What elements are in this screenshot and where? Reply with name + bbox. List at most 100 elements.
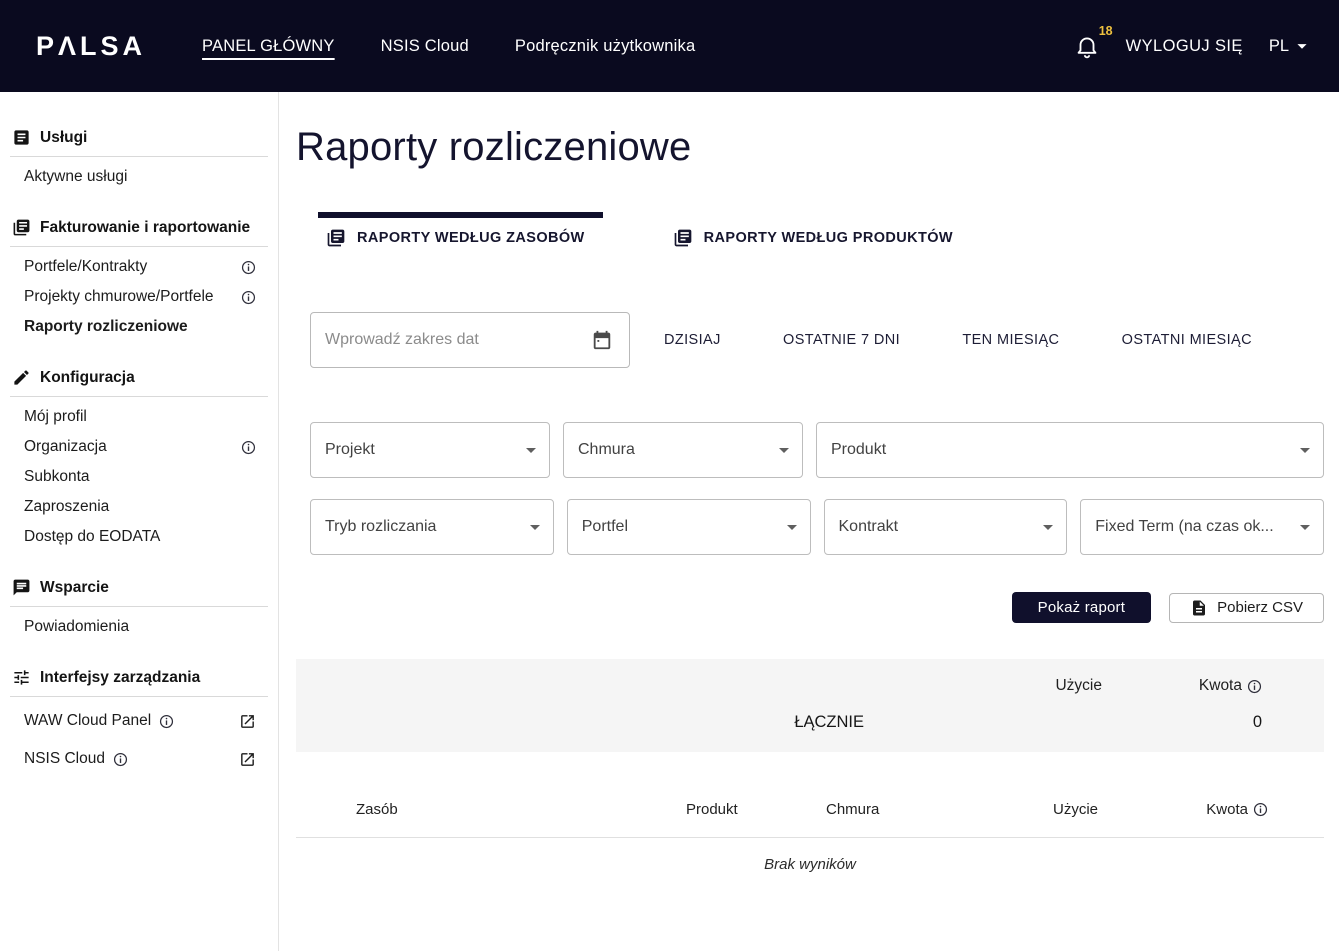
- empty-results-message: Brak wyników: [296, 838, 1324, 891]
- show-report-button[interactable]: Pokaż raport: [1012, 592, 1151, 623]
- select-portfel[interactable]: Portfel: [567, 499, 811, 555]
- section-title: Fakturowanie i raportowanie: [40, 219, 250, 237]
- tune-icon: [12, 668, 31, 687]
- select-tryb-rozliczania[interactable]: Tryb rozliczania: [310, 499, 554, 555]
- chevron-down-icon: [523, 515, 547, 539]
- sidebar-section-header-fakturowanie: Fakturowanie i raportowanie: [10, 208, 268, 247]
- sidebar-section-header-interfejsy: Interfejsy zarządzania: [10, 658, 268, 697]
- language-selector[interactable]: PL: [1269, 35, 1313, 57]
- page-title: Raporty rozliczeniowe: [296, 125, 1324, 170]
- section-title: Usługi: [40, 129, 87, 147]
- polsa-logo[interactable]: PΛLSA: [36, 31, 146, 62]
- info-icon[interactable]: [113, 752, 128, 767]
- summary-usage-header: Użycie: [932, 677, 1102, 695]
- info-icon[interactable]: [241, 290, 256, 305]
- sidebar-section-fakturowanie: Fakturowanie i raportowanie Portfele/Kon…: [0, 208, 278, 342]
- sidebar-section-konfiguracja: Konfiguracja Mój profil Organizacja Subk…: [0, 358, 278, 552]
- external-link-icon[interactable]: [239, 713, 256, 730]
- configuration-icon: [12, 368, 31, 387]
- section-title: Interfejsy zarządzania: [40, 669, 200, 687]
- sidebar: Usługi Aktywne usługi Fakturowanie i rap…: [0, 92, 279, 951]
- download-csv-button[interactable]: Pobierz CSV: [1169, 593, 1324, 623]
- sidebar-item-subkonta[interactable]: Subkonta: [0, 462, 278, 492]
- tab-label: RAPORTY WEDŁUG ZASOBÓW: [357, 230, 585, 246]
- sidebar-item-moj-profil[interactable]: Mój profil: [0, 402, 278, 432]
- calendar-icon: [591, 329, 613, 351]
- summary-header-row: Użycie Kwota: [296, 659, 1324, 701]
- tab-label: RAPORTY WEDŁUG PRODUKTÓW: [704, 230, 953, 246]
- section-title: Konfiguracja: [40, 369, 135, 387]
- calendar-button[interactable]: [587, 325, 617, 355]
- quick-range-ostatnie-7-dni[interactable]: OSTATNIE 7 DNI: [783, 332, 900, 348]
- date-range-field: [310, 312, 630, 368]
- article-icon: [12, 128, 31, 147]
- summary-total-row: ŁĄCZNIE 0: [296, 701, 1324, 752]
- chevron-down-icon: [772, 438, 796, 462]
- chevron-down-icon: [780, 515, 804, 539]
- tab-raporty-wedlug-produktow[interactable]: RAPORTY WEDŁUG PRODUKTÓW: [665, 212, 971, 262]
- select-projekt[interactable]: Projekt: [310, 422, 550, 478]
- top-navigation: PANEL GŁÓWNY NSIS Cloud Podręcznik użytk…: [202, 33, 695, 60]
- sidebar-item-organizacja[interactable]: Organizacja: [0, 432, 278, 462]
- info-icon[interactable]: [241, 260, 256, 275]
- sidebar-item-waw-cloud-panel[interactable]: WAW Cloud Panel: [0, 702, 278, 740]
- select-fixed-term[interactable]: Fixed Term (na czas ok...: [1080, 499, 1324, 555]
- action-buttons: Pokaż raport Pobierz CSV: [296, 592, 1324, 623]
- summary-total-label: ŁĄCZNIE: [296, 713, 932, 732]
- tab-raporty-wedlug-zasobow[interactable]: RAPORTY WEDŁUG ZASOBÓW: [318, 212, 603, 262]
- col-produkt: Produkt: [686, 801, 826, 818]
- external-link-icon[interactable]: [239, 751, 256, 768]
- sidebar-item-raporty-rozliczeniowe[interactable]: Raporty rozliczeniowe: [0, 312, 278, 342]
- chevron-down-icon: [1293, 515, 1317, 539]
- sidebar-section-header-konfiguracja: Konfiguracja: [10, 358, 268, 397]
- chevron-down-icon: [1036, 515, 1060, 539]
- summary-table: Użycie Kwota ŁĄCZNIE 0: [296, 659, 1324, 752]
- chat-icon: [12, 578, 31, 597]
- select-kontrakt[interactable]: Kontrakt: [824, 499, 1068, 555]
- sidebar-section-wsparcie: Wsparcie Powiadomienia: [0, 568, 278, 642]
- col-kwota: Kwota: [1206, 801, 1248, 818]
- language-label: PL: [1269, 37, 1289, 56]
- nav-nsis-cloud[interactable]: NSIS Cloud: [381, 33, 469, 60]
- sidebar-item-projekty-chmurowe[interactable]: Projekty chmurowe/Portfele: [0, 282, 278, 312]
- col-chmura: Chmura: [826, 801, 928, 818]
- sidebar-item-powiadomienia[interactable]: Powiadomienia: [0, 612, 278, 642]
- chevron-down-icon: [519, 438, 543, 462]
- select-produkt[interactable]: Produkt: [816, 422, 1324, 478]
- sidebar-item-dostep-do-eodata[interactable]: Dostęp do EODATA: [0, 522, 278, 552]
- download-csv-label: Pobierz CSV: [1217, 599, 1303, 616]
- library-books-icon: [673, 228, 693, 248]
- date-filter-row: DZISIAJ OSTATNIE 7 DNI TEN MIESIĄC OSTAT…: [310, 312, 1324, 368]
- sidebar-section-interfejsy: Interfejsy zarządzania WAW Cloud Panel N…: [0, 658, 278, 778]
- bell-icon: [1074, 33, 1100, 59]
- sidebar-item-aktywne-uslugi[interactable]: Aktywne usługi: [0, 162, 278, 192]
- top-bar: PΛLSA PANEL GŁÓWNY NSIS Cloud Podręcznik…: [0, 0, 1339, 92]
- info-icon[interactable]: [1253, 802, 1268, 817]
- chevron-down-icon: [1293, 438, 1317, 462]
- info-icon[interactable]: [1247, 679, 1262, 694]
- col-uzycie: Użycie: [928, 801, 1098, 818]
- chevron-down-icon: [1291, 35, 1313, 57]
- nav-panel-glowny[interactable]: PANEL GŁÓWNY: [202, 33, 335, 60]
- logout-button[interactable]: WYLOGUJ SIĘ: [1126, 37, 1243, 56]
- info-icon[interactable]: [241, 440, 256, 455]
- date-range-input[interactable]: [325, 331, 587, 349]
- quick-range-buttons: DZISIAJ OSTATNIE 7 DNI TEN MIESIĄC OSTAT…: [630, 332, 1324, 348]
- sidebar-section-uslugi: Usługi Aktywne usługi: [0, 118, 278, 192]
- info-icon[interactable]: [159, 714, 174, 729]
- section-title: Wsparcie: [40, 579, 109, 597]
- sidebar-item-zaproszenia[interactable]: Zaproszenia: [0, 492, 278, 522]
- col-zasob: Zasób: [356, 801, 686, 818]
- select-chmura[interactable]: Chmura: [563, 422, 803, 478]
- results-table: Zasób Produkt Chmura Użycie Kwota Brak w…: [296, 782, 1324, 891]
- quick-range-ten-miesiac[interactable]: TEN MIESIĄC: [962, 332, 1059, 348]
- sidebar-item-portfele-kontrakty[interactable]: Portfele/Kontrakty: [0, 252, 278, 282]
- file-icon: [1190, 599, 1208, 617]
- notifications-bell-button[interactable]: 18: [1074, 33, 1100, 59]
- quick-range-ostatni-miesiac[interactable]: OSTATNI MIESIĄC: [1122, 332, 1252, 348]
- nav-user-manual[interactable]: Podręcznik użytkownika: [515, 33, 695, 60]
- library-books-icon: [326, 228, 346, 248]
- sidebar-item-nsis-cloud[interactable]: NSIS Cloud: [0, 740, 278, 778]
- quick-range-dzisiaj[interactable]: DZISIAJ: [664, 332, 721, 348]
- sidebar-section-header-wsparcie: Wsparcie: [10, 568, 268, 607]
